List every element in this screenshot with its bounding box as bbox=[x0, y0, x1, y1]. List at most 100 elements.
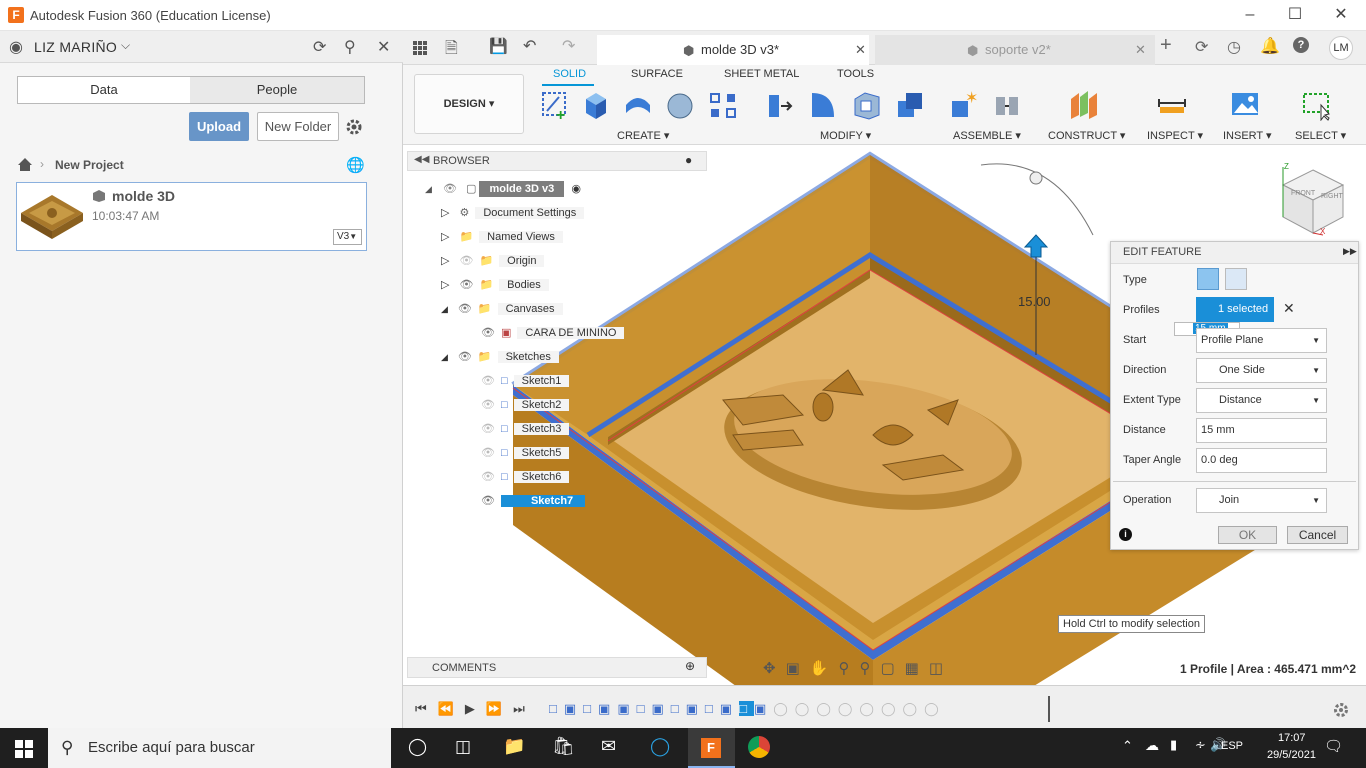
timeline-extrude-icon[interactable]: ▣ bbox=[754, 701, 773, 716]
step-back-icon[interactable]: ⏪ bbox=[438, 701, 465, 716]
timeline-extrude-icon[interactable]: ▣ bbox=[651, 701, 670, 716]
construct-menu[interactable]: CONSTRUCT ▾ bbox=[1048, 129, 1125, 142]
joint-icon[interactable] bbox=[992, 89, 1022, 121]
timeline-extrude-icon[interactable]: ▣ bbox=[617, 701, 636, 716]
browser-header[interactable]: ◀◀ BROWSER ● bbox=[407, 151, 707, 171]
root-label[interactable]: molde 3D v3 bbox=[479, 181, 565, 197]
step-forward-icon[interactable]: ⏩ bbox=[486, 701, 513, 716]
zoom-icon[interactable]: ⚲ bbox=[838, 660, 859, 677]
modify-menu[interactable]: MODIFY ▾ bbox=[820, 129, 871, 142]
tab-data[interactable]: Data bbox=[17, 76, 191, 104]
expand-icon[interactable]: ◢ bbox=[441, 304, 448, 314]
expand-icon[interactable]: ◢ bbox=[425, 184, 432, 194]
upload-button[interactable]: Upload bbox=[189, 112, 249, 141]
collapse-icon[interactable]: ◀◀ bbox=[414, 154, 429, 165]
clear-selection-icon[interactable]: ✕ bbox=[1283, 300, 1295, 317]
operation-select[interactable]: Join ▼ bbox=[1196, 488, 1327, 513]
press-pull-icon[interactable] bbox=[765, 89, 795, 121]
wifi-icon[interactable]: ∻ bbox=[1195, 737, 1206, 753]
taper-angle-input[interactable]: 0.0 deg bbox=[1196, 448, 1327, 473]
refresh-icon[interactable]: ⟳ bbox=[313, 37, 326, 57]
breadcrumb[interactable]: New Project bbox=[55, 158, 124, 172]
tray-chevron-icon[interactable]: ⌃ bbox=[1122, 738, 1133, 754]
chrome-icon[interactable] bbox=[748, 736, 770, 758]
timeline-canvas-icon[interactable]: ▣ bbox=[598, 701, 617, 716]
timeline-active-sketch-icon[interactable]: □ bbox=[739, 701, 754, 716]
info-icon[interactable]: i bbox=[1119, 528, 1132, 541]
pattern-icon[interactable] bbox=[708, 89, 738, 121]
windows-start-icon[interactable] bbox=[15, 740, 33, 758]
go-to-start-icon[interactable]: ⏮ bbox=[415, 701, 438, 716]
eye-icon[interactable]: 👁 bbox=[481, 327, 495, 339]
minimize-button[interactable]: – bbox=[1235, 4, 1265, 26]
new-tab-icon[interactable]: + bbox=[1160, 34, 1172, 57]
file-explorer-icon[interactable]: 📁 bbox=[503, 736, 525, 757]
gear-icon[interactable] bbox=[345, 118, 363, 136]
insert-image-icon[interactable] bbox=[1230, 89, 1260, 121]
avatar[interactable]: LM bbox=[1329, 36, 1353, 60]
select-menu[interactable]: SELECT ▾ bbox=[1295, 129, 1346, 142]
eye-icon[interactable]: 👁 bbox=[443, 183, 457, 195]
add-comment-icon[interactable]: ⊕ bbox=[685, 659, 695, 673]
profiles-select-button[interactable]: 1 selected bbox=[1196, 297, 1274, 322]
browser-item[interactable]: 👁 □ Sketch3 bbox=[481, 419, 570, 439]
doc-tab-inactive[interactable]: ⬢ soporte v2* ✕ bbox=[875, 35, 1155, 65]
eye-hidden-icon[interactable]: 👁 bbox=[481, 423, 495, 435]
look-at-icon[interactable]: ▣ bbox=[786, 660, 810, 677]
close-tab-icon[interactable]: ✕ bbox=[855, 35, 866, 65]
distance-input[interactable]: 15 mm bbox=[1196, 418, 1327, 443]
go-to-end-icon[interactable]: ⏭ bbox=[513, 701, 536, 716]
action-center-icon[interactable]: 🗨 bbox=[1324, 737, 1343, 755]
notification-icon[interactable]: 🔔 bbox=[1260, 36, 1280, 56]
timeline-extrude-icon[interactable]: ▣ bbox=[686, 701, 705, 716]
browser-item[interactable]: ▷ 👁 📁 Bodies bbox=[441, 275, 549, 295]
eye-icon[interactable]: 👁 bbox=[459, 279, 473, 291]
timeline-sketch-icon[interactable]: □ bbox=[549, 701, 564, 716]
new-component-icon[interactable]: ✶ bbox=[949, 89, 979, 121]
browser-item-selected[interactable]: 👁 Sketch7 bbox=[481, 491, 586, 511]
browser-item[interactable]: 👁 □ Sketch6 bbox=[481, 467, 570, 487]
insert-menu[interactable]: INSERT ▾ bbox=[1223, 129, 1272, 142]
fit-icon[interactable]: ⚲ bbox=[859, 660, 880, 677]
expand-icon[interactable]: ▷ bbox=[441, 207, 449, 219]
browser-item[interactable]: 👁 ▣ CARA DE MININO bbox=[481, 323, 625, 343]
tab-tools[interactable]: TOOLS bbox=[837, 68, 874, 80]
timeline-suppressed-icon[interactable]: ◯◯◯◯◯◯◯◯ bbox=[773, 701, 945, 716]
tab-sheet-metal[interactable]: SHEET METAL bbox=[724, 68, 799, 80]
browser-item[interactable]: 👁 □ Sketch1 bbox=[481, 371, 570, 391]
help-icon[interactable]: ? bbox=[1293, 37, 1309, 53]
mail-icon[interactable]: ✉ bbox=[601, 736, 616, 757]
task-view-icon[interactable]: ◫ bbox=[455, 737, 471, 757]
close-button[interactable]: ✕ bbox=[1326, 4, 1356, 26]
pan-icon[interactable]: ✋ bbox=[810, 660, 839, 677]
undo-icon[interactable]: ↶ bbox=[523, 36, 536, 56]
fillet-icon[interactable] bbox=[808, 89, 838, 121]
sphere-icon[interactable] bbox=[665, 89, 695, 121]
grid-menu-icon[interactable] bbox=[412, 40, 428, 56]
close-panel-icon[interactable]: ✕ bbox=[377, 37, 390, 57]
direction-select[interactable]: One Side ▼ bbox=[1196, 358, 1327, 383]
cortana-icon[interactable]: ◯ bbox=[408, 737, 427, 757]
taskbar-search[interactable]: ⚲ Escribe aquí para buscar bbox=[48, 728, 391, 768]
clock-time[interactable]: 17:07 bbox=[1278, 732, 1306, 744]
dialog-header[interactable]: EDIT FEATURE ▶▶ bbox=[1111, 242, 1358, 264]
eye-hidden-icon[interactable]: 👁 bbox=[481, 447, 495, 459]
eye-icon[interactable]: 👁 bbox=[458, 351, 472, 363]
active-radio-icon[interactable]: ◉ bbox=[571, 183, 581, 195]
view-cube-right[interactable]: RIGHT bbox=[1321, 193, 1343, 200]
browser-item[interactable]: ▷ 👁 📁 Origin bbox=[441, 251, 545, 271]
extensions-icon[interactable]: ⟳ bbox=[1195, 37, 1208, 57]
user-name[interactable]: LIZ MARIÑO bbox=[34, 39, 117, 55]
measure-icon[interactable] bbox=[1157, 89, 1187, 121]
expand-icon[interactable]: ▷ bbox=[441, 231, 449, 243]
browser-item[interactable]: ◢ 👁 📁 Sketches bbox=[441, 347, 559, 367]
onedrive-icon[interactable]: ☁ bbox=[1145, 737, 1159, 754]
tab-solid[interactable]: SOLID bbox=[553, 68, 586, 80]
minimize-browser-icon[interactable]: ● bbox=[685, 153, 692, 167]
type-thin-extrude-button[interactable] bbox=[1225, 268, 1247, 290]
version-badge[interactable]: V3▼ bbox=[333, 229, 362, 245]
expand-dialog-icon[interactable]: ▶▶ bbox=[1343, 246, 1357, 257]
timeline-sketch-icon[interactable]: □ bbox=[671, 701, 686, 716]
new-folder-button[interactable]: New Folder bbox=[257, 112, 339, 141]
dimension-label[interactable]: 15.00 bbox=[1018, 294, 1051, 309]
